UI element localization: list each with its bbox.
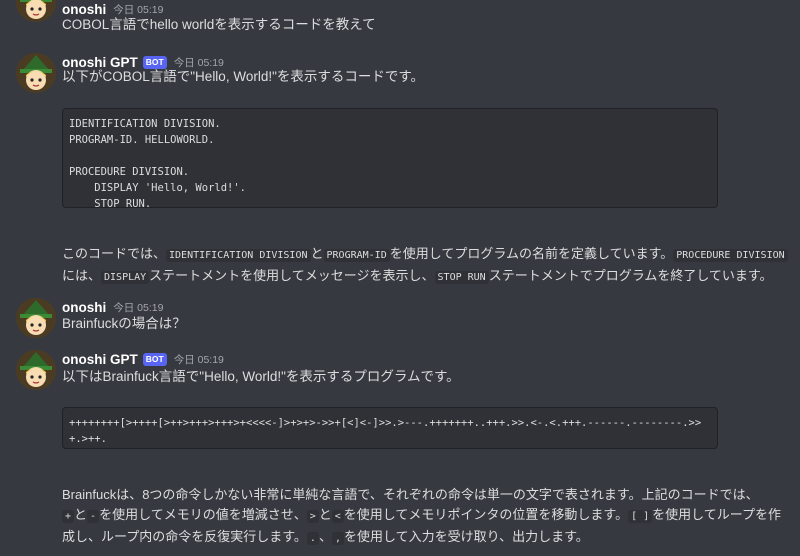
inline-code: > [306, 510, 319, 523]
inline-code: , [331, 532, 344, 545]
explanation-text: を使用してメモリポインタの位置を移動します。 [343, 507, 629, 522]
code-block[interactable]: ++++++++[>++++[>++>+++>+++>+<<<<-]>+>+>-… [62, 407, 718, 449]
explanation-text: ステートメントを使用してメッセージを表示し、 [149, 268, 435, 283]
message-text: COBOL言語でhello worldを表示するコードを教えて [62, 17, 376, 32]
explanation-text: 、 [318, 529, 332, 544]
inline-code: [ ] [628, 510, 653, 523]
bot-tag: BOT [142, 352, 167, 366]
explanation-text: ステートメントでプログラムを終了しています。 [488, 268, 773, 283]
inline-code: . [306, 532, 319, 545]
timestamp[interactable]: 今日 05:19 [174, 352, 224, 367]
explanation-text: には、 [62, 268, 102, 283]
explanation-text: と [318, 507, 332, 522]
code-block[interactable]: IDENTIFICATION DIVISION. PROGRAM-ID. HEL… [62, 108, 718, 208]
message-text: 以下がCOBOL言語で"Hello, World!"を表示するコードです。 [62, 69, 425, 84]
inline-code: DISPLAY [101, 271, 150, 284]
inline-code: < [331, 510, 344, 523]
inline-code: IDENTIFICATION DIVISION [166, 249, 311, 262]
explanation-text: を使用してメモリの値を増減させ、 [99, 507, 307, 522]
message-text: 以下はBrainfuck言語で"Hello, World!"を表示するプログラム… [62, 369, 460, 384]
explanation-text: と [310, 246, 324, 261]
explanation-text: を使用して入力を受け取り、出力します。 [344, 529, 589, 544]
message-text: Brainfuckの場合は？ [62, 316, 186, 331]
avatar[interactable] [16, 0, 56, 22]
explanation-text: と [74, 507, 88, 522]
chat-message-list: onoshi 今日 05:19 COBOL言語でhello worldを表示する… [0, 0, 800, 556]
avatar[interactable] [16, 53, 56, 93]
explanation-text: Brainfuckは、8つの命令しかない非常に単純な言語で、それぞれの命令は単一… [62, 487, 759, 502]
message-explanation: このコードでは、 IDENTIFICATION DIVISION と PROGRAM-… [62, 244, 792, 288]
inline-code: STOP RUN [434, 271, 489, 284]
avatar[interactable] [16, 298, 56, 338]
username[interactable]: onoshi GPT [62, 352, 138, 367]
inline-code: - [87, 510, 100, 523]
explanation-text: を使用してプログラムの名前を定義しています。 [389, 246, 674, 261]
explanation-text: このコードでは、 [62, 246, 167, 261]
message-explanation: Brainfuckは、8つの命令しかない非常に単純な言語で、それぞれの命令は単一… [62, 485, 792, 549]
inline-code: + [62, 510, 75, 523]
avatar[interactable] [16, 350, 56, 390]
inline-code: PROCEDURE DIVISION [673, 249, 788, 262]
inline-code: PROGRAM-ID [323, 249, 390, 262]
